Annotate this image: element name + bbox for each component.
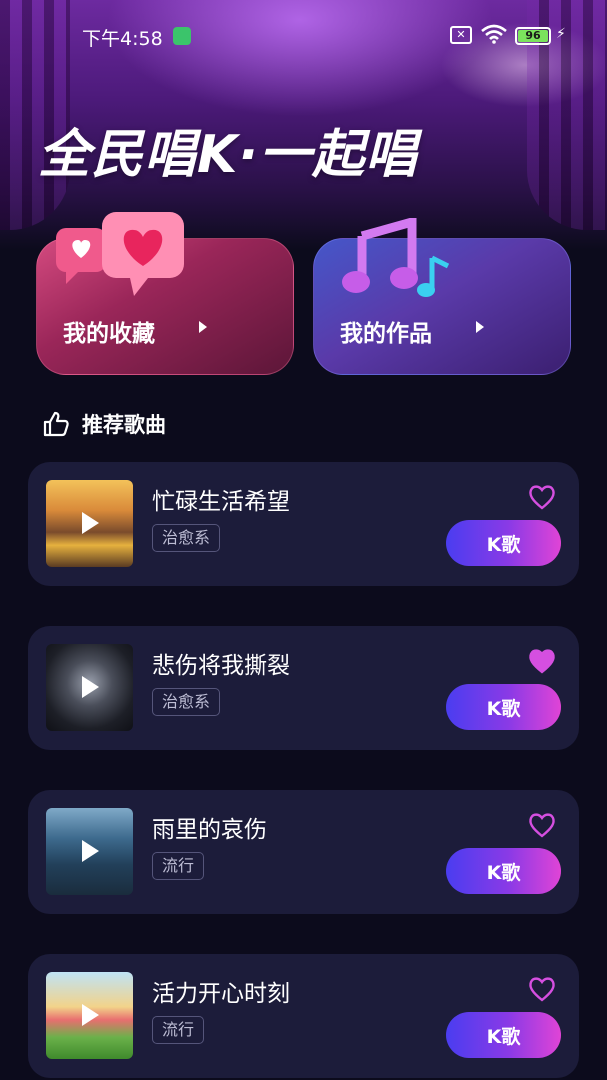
section-label: 推荐歌曲 [82, 413, 166, 437]
no-sim-icon: ✕ [450, 26, 472, 44]
song-card[interactable]: 活力开心时刻 流行 K歌 [28, 954, 579, 1078]
thumbs-up-icon [43, 411, 69, 437]
app-notification-icon [173, 27, 191, 45]
karaoke-button[interactable]: K歌 [446, 1012, 561, 1058]
karaoke-button[interactable]: K歌 [446, 520, 561, 566]
page-title: 全民唱K·一起唱 [38, 125, 419, 185]
status-bar: 下午4:58 ✕ 96 ⚡ [0, 22, 607, 50]
song-cover[interactable] [46, 808, 133, 895]
song-title: 忙碌生活希望 [152, 489, 290, 515]
heart-outline-icon[interactable] [528, 812, 556, 838]
song-tag: 治愈系 [152, 524, 221, 552]
song-title: 活力开心时刻 [152, 981, 290, 1007]
play-icon[interactable] [82, 1004, 99, 1026]
battery-level: 96 [518, 30, 548, 42]
song-card[interactable]: 忙碌生活希望 治愈系 K歌 [28, 462, 579, 586]
song-tag: 治愈系 [152, 688, 221, 716]
heart-filled-icon[interactable] [528, 648, 556, 674]
hearts-icon [56, 212, 184, 296]
song-title: 雨里的哀伤 [152, 817, 267, 843]
song-title: 悲伤将我撕裂 [152, 653, 290, 679]
karaoke-button[interactable]: K歌 [446, 848, 561, 894]
heart-outline-icon[interactable] [528, 484, 556, 510]
charging-icon: ⚡ [556, 26, 566, 42]
song-cover[interactable] [46, 644, 133, 731]
karaoke-button[interactable]: K歌 [446, 684, 561, 730]
status-time: 下午4:58 [82, 28, 163, 50]
heart-outline-icon[interactable] [528, 976, 556, 1002]
arrow-right-icon [199, 321, 207, 333]
play-icon[interactable] [82, 512, 99, 534]
play-icon[interactable] [82, 840, 99, 862]
music-notes-icon [342, 218, 450, 297]
recommended-section-header: 推荐歌曲 [42, 408, 166, 440]
wifi-icon [481, 24, 507, 44]
song-cover[interactable] [46, 480, 133, 567]
song-card[interactable]: 悲伤将我撕裂 治愈系 K歌 [28, 626, 579, 750]
song-card[interactable]: 雨里的哀伤 流行 K歌 [28, 790, 579, 914]
song-cover[interactable] [46, 972, 133, 1059]
arrow-right-icon [476, 321, 484, 333]
song-tag: 流行 [152, 852, 205, 880]
song-tag: 流行 [152, 1016, 205, 1044]
my-works-label: 我的作品 [340, 321, 432, 347]
play-icon[interactable] [82, 676, 99, 698]
battery-icon: 96 [515, 27, 551, 45]
my-favorites-label: 我的收藏 [63, 321, 155, 347]
